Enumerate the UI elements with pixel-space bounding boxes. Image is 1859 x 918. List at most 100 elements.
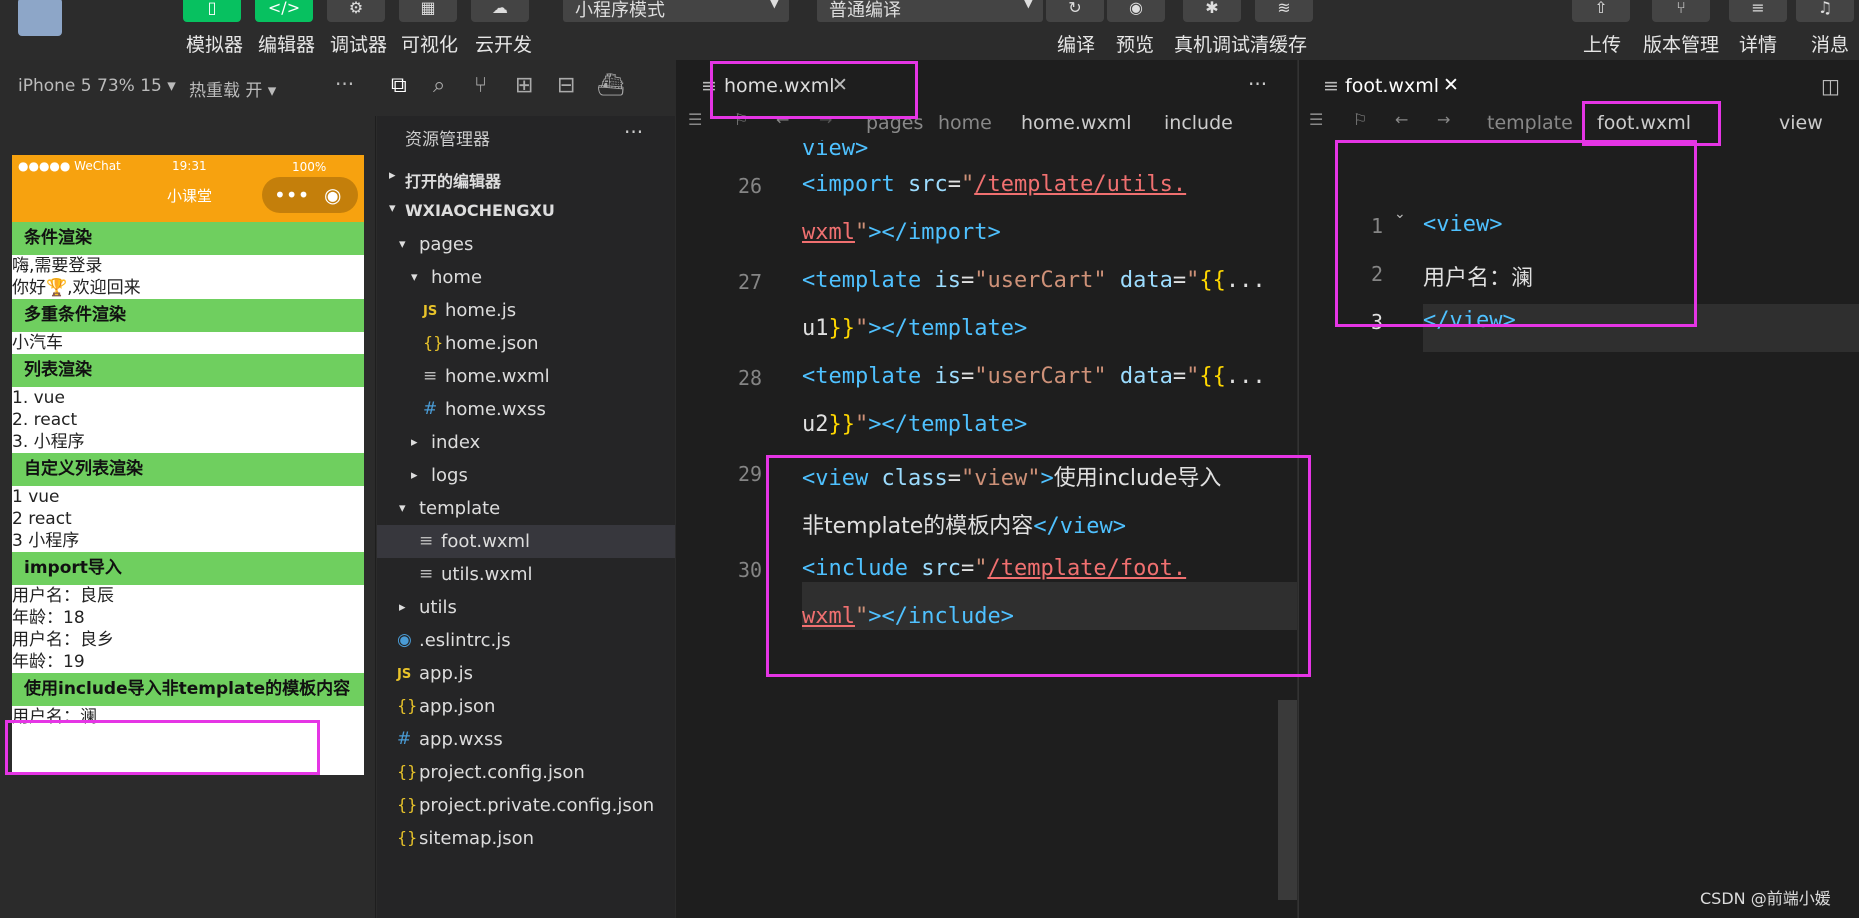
simulator-button[interactable]: 模拟器 [186,30,243,57]
page-title: 小课堂 [167,187,213,205]
tree-item-eslintrc-js[interactable]: ◉ .eslintrc.js [377,624,675,657]
eslint-icon: ◉ [397,630,412,650]
git-icon[interactable]: ⑂ [474,73,487,98]
compile-icon[interactable]: ↻ [1046,0,1104,22]
cloud-icon[interactable]: ☁ [471,0,529,22]
tree-item-utils[interactable]: ▸ utils [377,591,675,624]
tree-item-template[interactable]: ▾ template [377,492,675,525]
line-number: 29 [738,462,763,486]
tab-label: foot.wxml [1345,75,1439,97]
split-editor-icon[interactable]: ◫ [1821,74,1840,98]
details-button[interactable]: 详情 [1739,30,1777,57]
preview-icon[interactable]: ◉ [1107,0,1165,22]
tree-item-app-js[interactable]: JS app.js [377,657,675,690]
tree-item-index[interactable]: ▸ index [377,426,675,459]
editor-more-icon[interactable]: ··· [1248,72,1267,96]
tree-item-utils-wxml[interactable]: ≡ utils.wxml [377,558,675,591]
avatar[interactable] [18,0,62,36]
tree-item-home-wxml[interactable]: ≡ home.wxml [377,360,675,393]
explorer-more-icon[interactable]: ··· [624,120,643,144]
editor-button[interactable]: 编辑器 [258,30,315,57]
more-icon[interactable]: ··· [335,72,354,96]
visual-icon[interactable]: ▦ [399,0,457,22]
list-icon[interactable]: ☰ [1309,110,1323,129]
highlight-box-foot-code [1335,140,1697,327]
version-button[interactable]: 版本管理 [1643,30,1719,57]
tree-item-home[interactable]: ▾ home [377,261,675,294]
device-select[interactable]: iPhone 5 73% 15 ▾ [18,76,176,96]
mode-select[interactable]: 小程序模式 ▼ [563,0,789,22]
tree-item-app-wxss[interactable]: # app.wxss [377,723,675,756]
tree-item-home-js[interactable]: JS home.js [377,294,675,327]
open-editors-label: 打开的编辑器 [405,172,502,191]
nav-bar: 小课堂 ••• ◉ [12,177,364,222]
visual-button[interactable]: 可视化 [401,30,458,57]
upload-button[interactable]: 上传 [1583,30,1621,57]
tree-item-home-json[interactable]: {} home.json [377,327,675,360]
tree-item-project-config-json[interactable]: {} project.config.json [377,756,675,789]
list-icon[interactable]: ☰ [688,110,702,129]
scrollbar[interactable] [1278,700,1297,900]
hotreload-toggle[interactable]: 热重载 开 ▾ [189,76,276,101]
close-icon[interactable]: ✕ [1443,74,1459,96]
bug-icon[interactable]: ✱ [1183,0,1241,22]
compile-button[interactable]: 编译 [1057,30,1095,57]
json-file-icon: {} [397,696,418,715]
tree-item-logs[interactable]: ▸ logs [377,459,675,492]
project-label: WXIAOCHENGXU [405,201,555,220]
phone-text-line: 你好🏆,欢迎回来 [12,278,141,298]
breadcrumb-template[interactable]: template [1487,112,1573,134]
extensions-icon[interactable]: ⊞ [515,73,533,98]
phone-content: 条件渲染 嗨,需要登录 你好🏆,欢迎回来 多重条件渲染 小汽车 列表渲染 1. vue 2. … [12,222,364,728]
bookmark-icon[interactable]: ⚐ [1353,110,1367,129]
tree-item-pages[interactable]: ▾ pages [377,228,675,261]
tree-item-home-wxss[interactable]: # home.wxss [377,393,675,426]
phone-text-line: 2. react [12,410,78,430]
search-icon[interactable]: ⌕ [433,73,445,98]
bell-icon[interactable]: ♫ [1796,0,1854,22]
compile-select[interactable]: 普通编译 ▼ [817,0,1043,22]
tree-item-app-json[interactable]: {} app.json [377,690,675,723]
debugger-icon[interactable]: ⚙ [327,0,385,22]
docker-icon[interactable]: ⛴ [597,73,625,98]
phone-text-line: 嗨,需要登录 [12,256,103,276]
debugger-button[interactable]: 调试器 [330,30,387,57]
tree-item-project-private-config-json[interactable]: {} project.private.config.json [377,789,675,822]
explorer-panel: ⧉ ⌕ ⑂ ⊞ ⊟ ⛴ 资源管理器 ··· ▸ 打开的编辑器 ▾ WXIAOCH… [377,60,675,918]
top-toolbar: ▯ 模拟器 </> 编辑器 ⚙ 调试器 ▦ 可视化 ☁ 云开发 小程序模式 ▼ … [0,0,1859,60]
chevron-down-icon: ▼ [769,0,779,10]
back-icon[interactable]: ← [1395,110,1408,129]
tree-item-foot-wxml[interactable]: ≡ foot.wxml [377,525,675,558]
phone-section-header: 使用include导入非template的模板内容 [12,673,364,706]
breadcrumb-home[interactable]: home [938,112,992,134]
forward-icon[interactable]: → [1437,110,1450,129]
breadcrumb-file[interactable]: home.wxml [1021,112,1131,134]
phone-screen: ●●●●● WeChat 19:31 100% 小课堂 ••• ◉ 条件渲染 嗨,… [12,155,364,775]
more-icon[interactable]: ••• [274,183,309,207]
branch-icon[interactable]: ⑂ [1652,0,1710,22]
editor-icon[interactable]: </> [255,0,313,22]
upload-icon[interactable]: ⇧ [1572,0,1630,22]
cloud-button[interactable]: 云开发 [475,30,532,57]
clear-cache-button[interactable]: 清缓存 [1250,30,1307,57]
menu-icon[interactable]: ≡ [1729,0,1787,22]
breadcrumb-symbol[interactable]: view [1779,112,1823,134]
breadcrumb-symbol[interactable]: include [1164,112,1233,134]
line-number: 30 [738,558,763,582]
capsule-button[interactable]: ••• ◉ [262,177,358,213]
preview-button[interactable]: 预览 [1116,30,1154,57]
chevron-right-icon: ▸ [411,468,418,483]
simulator-icon[interactable]: ▯ [183,0,241,22]
js-file-icon: JS [397,667,412,682]
tree-item-label: app.wxss [419,729,503,750]
tree-item-sitemap-json[interactable]: {} sitemap.json [377,822,675,855]
files-icon[interactable]: ⧉ [391,73,407,98]
open-editors-section[interactable]: ▸ 打开的编辑器 [377,162,675,195]
close-circle-icon[interactable]: ◉ [324,183,341,207]
remote-debug-button[interactable]: 真机调试 [1174,30,1250,57]
chevron-down-icon: ▾ [399,237,406,252]
outline-icon[interactable]: ⊟ [557,73,575,98]
layers-icon[interactable]: ≋ [1255,0,1313,22]
messages-button[interactable]: 消息 [1811,30,1849,57]
project-section[interactable]: ▾ WXIAOCHENGXU [377,195,675,228]
